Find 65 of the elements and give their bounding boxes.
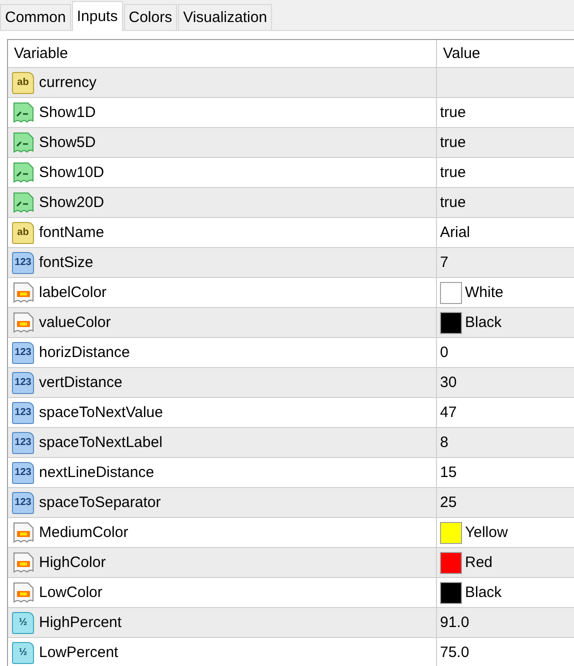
variable-name: Show10D <box>39 164 104 181</box>
type-icon: 123 <box>12 372 34 394</box>
variable-value[interactable]: 30 <box>440 374 457 391</box>
variable-name: nextLineDistance <box>39 464 154 481</box>
variable-value[interactable]: 47 <box>440 404 457 421</box>
variable-name: valueColor <box>39 314 111 331</box>
variable-name: spaceToNextLabel <box>39 434 162 451</box>
type-icon: ab <box>12 222 34 244</box>
type-icon: 123 <box>12 252 34 274</box>
toggle-icon <box>12 162 34 184</box>
variable-name: vertDistance <box>39 374 122 391</box>
tab[interactable]: Visualization <box>178 4 272 30</box>
variable-value[interactable]: true <box>440 134 466 151</box>
variable-value[interactable]: Arial <box>440 224 470 241</box>
variable-value[interactable]: true <box>440 194 466 211</box>
variable-name: MediumColor <box>39 524 128 541</box>
tab[interactable]: Inputs <box>72 1 123 31</box>
variable-value[interactable]: 25 <box>440 494 457 511</box>
variable-name: HighColor <box>39 554 106 571</box>
variable-name: labelColor <box>39 284 107 301</box>
type-icon: 123 <box>12 402 34 424</box>
color-icon <box>12 552 34 574</box>
toggle-icon <box>12 102 34 124</box>
variable-name: horizDistance <box>39 344 130 361</box>
variable-value[interactable]: 0 <box>440 344 448 361</box>
color-icon <box>12 312 34 334</box>
type-icon: ½ <box>12 642 34 664</box>
variable-value[interactable]: true <box>440 164 466 181</box>
type-icon: ½ <box>12 612 34 634</box>
variable-name: fontName <box>39 224 104 241</box>
variable-value[interactable]: 15 <box>440 464 457 481</box>
variable-value[interactable]: Red <box>465 554 493 571</box>
variable-name: spaceToSeparator <box>39 494 161 511</box>
variable-name: Show5D <box>39 134 96 151</box>
variable-name: currency <box>39 74 97 91</box>
variable-name: LowPercent <box>39 644 118 661</box>
variable-value[interactable]: 75.0 <box>440 644 470 661</box>
toggle-icon <box>12 132 34 154</box>
type-icon: 123 <box>12 432 34 454</box>
variable-name: spaceToNextValue <box>39 404 163 421</box>
variable-value[interactable]: Yellow <box>465 524 508 541</box>
variable-name: Show20D <box>39 194 104 211</box>
tab[interactable]: Common <box>0 4 71 30</box>
variable-value[interactable]: 7 <box>440 254 448 271</box>
variable-value[interactable]: 8 <box>440 434 448 451</box>
type-icon: 123 <box>12 342 34 364</box>
type-icon: 123 <box>12 492 34 514</box>
type-icon: ab <box>12 72 34 94</box>
variable-name: HighPercent <box>39 614 122 631</box>
variable-value[interactable]: 91.0 <box>440 614 470 631</box>
variable-value[interactable]: true <box>440 104 466 121</box>
variable-value[interactable]: Black <box>465 584 502 601</box>
column-header[interactable]: Variable <box>8 40 437 67</box>
variable-value[interactable]: Black <box>465 314 502 331</box>
tab[interactable]: Colors <box>124 4 178 30</box>
column-header[interactable]: Value <box>437 40 574 67</box>
variable-name: Show1D <box>39 104 96 121</box>
variable-name: fontSize <box>39 254 94 271</box>
variable-name: LowColor <box>39 584 102 601</box>
toggle-icon <box>12 192 34 214</box>
color-icon <box>12 582 34 604</box>
type-icon: 123 <box>12 462 34 484</box>
variable-value[interactable]: White <box>465 284 504 301</box>
color-icon <box>12 522 34 544</box>
color-icon <box>12 282 34 304</box>
